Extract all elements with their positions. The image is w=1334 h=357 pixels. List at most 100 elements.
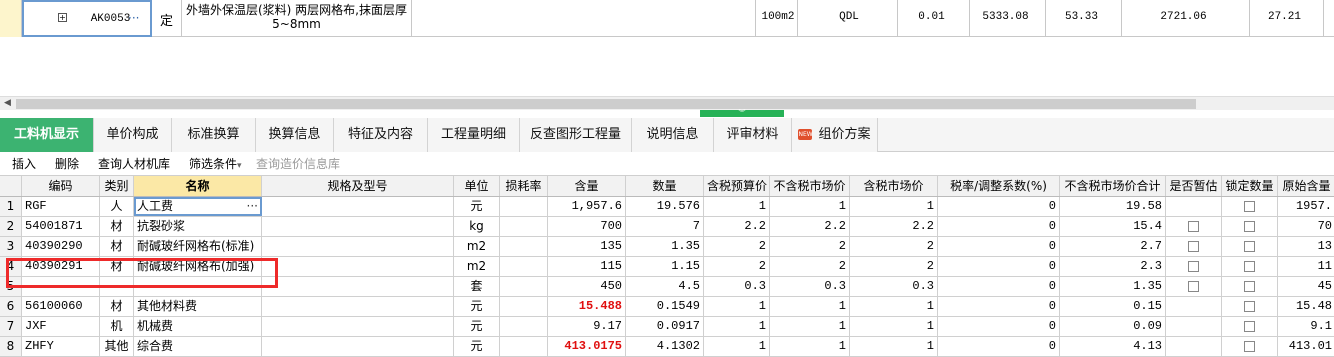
lock-cell[interactable]: [1222, 257, 1278, 276]
expand-icon[interactable]: +: [58, 13, 67, 22]
table-row[interactable]: 6 56100060 材其他材料费 元 15.488 0.1549 1 1 1 0 0.15 15.4…: [0, 297, 1334, 317]
column-header[interactable]: 编码: [22, 176, 100, 196]
checkbox[interactable]: [1244, 221, 1255, 232]
collapse-icon[interactable]: ︾: [700, 110, 784, 117]
tab-material-display[interactable]: 工料机显示: [0, 118, 94, 152]
content-cell[interactable]: 700: [548, 217, 626, 236]
column-header[interactable]: 是否暂估: [1166, 176, 1222, 196]
column-header[interactable]: 含量: [548, 176, 626, 196]
query-price-button[interactable]: 查询造价信息库: [256, 155, 340, 172]
qty-cell[interactable]: 7: [626, 217, 704, 236]
name-cell[interactable]: 人工费 ···: [134, 197, 262, 216]
table-row[interactable]: 4 40390291 材耐碱玻纤网格布(加强) m2 115 1.15 2 2 2 0 2.3 11: [0, 257, 1334, 277]
more-icon[interactable]: ···: [247, 197, 258, 216]
estimate-cell[interactable]: [1166, 257, 1222, 276]
estimate-cell[interactable]: [1166, 217, 1222, 236]
table-row[interactable]: 1 RGF 人人工费 ··· 元 1,957.6 19.576 1 1 1 0 19.58 1957.: [0, 197, 1334, 217]
name-cell[interactable]: 其他材料费: [134, 297, 262, 316]
delete-button[interactable]: 删除: [55, 155, 79, 172]
column-header[interactable]: 税率/调整系数(%): [938, 176, 1060, 196]
column-header[interactable]: 不含税市场价合计: [1060, 176, 1166, 196]
column-header[interactable]: 损耗率: [500, 176, 548, 196]
lock-cell[interactable]: [1222, 337, 1278, 356]
column-header[interactable]: 单位: [454, 176, 500, 196]
checkbox[interactable]: [1244, 301, 1255, 312]
lock-cell[interactable]: [1222, 297, 1278, 316]
tab-conversion-info[interactable]: 换算信息: [256, 118, 334, 152]
content-cell[interactable]: 413.0175: [548, 337, 626, 356]
checkbox[interactable]: [1244, 241, 1255, 252]
tab-description[interactable]: 说明信息: [632, 118, 714, 152]
scroll-left-icon[interactable]: ◀: [4, 98, 11, 108]
content-cell[interactable]: 1,957.6: [548, 197, 626, 216]
name-cell[interactable]: [134, 277, 262, 296]
panel-splitter[interactable]: ︾: [0, 110, 1334, 118]
estimate-cell[interactable]: [1166, 317, 1222, 336]
tab-standard-conversion[interactable]: 标准换算: [172, 118, 256, 152]
tab-reverse-lookup[interactable]: 反查图形工程量: [520, 118, 632, 152]
item-code-cell[interactable]: + AK0053 ···: [22, 0, 152, 37]
checkbox[interactable]: [1188, 221, 1199, 232]
column-header[interactable]: 规格及型号: [262, 176, 454, 196]
column-header[interactable]: 名称: [134, 176, 262, 196]
column-header[interactable]: 数量: [626, 176, 704, 196]
column-header[interactable]: 含税预算价: [704, 176, 770, 196]
lock-cell[interactable]: [1222, 237, 1278, 256]
content-cell[interactable]: 450: [548, 277, 626, 296]
qty-cell[interactable]: 1.35: [626, 237, 704, 256]
qty-cell[interactable]: 4.5: [626, 277, 704, 296]
tab-unit-price[interactable]: 单价构成: [94, 118, 172, 152]
filter-dropdown[interactable]: 筛选条件▾: [189, 155, 242, 172]
checkbox[interactable]: [1244, 341, 1255, 352]
estimate-cell[interactable]: [1166, 277, 1222, 296]
qty-cell[interactable]: 0.0917: [626, 317, 704, 336]
estimate-cell[interactable]: [1166, 297, 1222, 316]
checkbox[interactable]: [1188, 281, 1199, 292]
qty-cell[interactable]: 0.1549: [626, 297, 704, 316]
checkbox[interactable]: [1244, 261, 1255, 272]
scrollbar-thumb[interactable]: [16, 99, 1196, 109]
content-cell[interactable]: 135: [548, 237, 626, 256]
column-header[interactable]: 类别: [100, 176, 134, 196]
lock-cell[interactable]: [1222, 317, 1278, 336]
qty-cell[interactable]: 4.1302: [626, 337, 704, 356]
checkbox[interactable]: [1244, 321, 1255, 332]
name-cell[interactable]: 抗裂砂浆: [134, 217, 262, 236]
checkbox[interactable]: [1188, 241, 1199, 252]
lock-cell[interactable]: [1222, 217, 1278, 236]
query-material-button[interactable]: 查询人材机库: [98, 155, 170, 172]
column-header[interactable]: 不含税市场价: [770, 176, 850, 196]
horizontal-scrollbar[interactable]: ◀: [0, 96, 1334, 110]
table-row[interactable]: 8 ZHFY 其他 综合费 元 413.0175 4.1302 1 1 1 0 4.13 413.01: [0, 337, 1334, 357]
insert-button[interactable]: 插入: [12, 155, 36, 172]
content-cell[interactable]: 115: [548, 257, 626, 276]
table-row[interactable]: 7 JXF 机机械费 元 9.17 0.0917 1 1 1 0 0.09 9.1: [0, 317, 1334, 337]
column-header[interactable]: 含税市场价: [850, 176, 938, 196]
item-name[interactable]: 外墙外保温层(浆料) 两层网格布,抹面层厚5~8mm: [182, 0, 412, 37]
parent-item-row[interactable]: + AK0053 ··· 定 外墙外保温层(浆料) 两层网格布,抹面层厚5~8m…: [0, 0, 1334, 37]
table-row[interactable]: 2 54001871 材抗裂砂浆 kg 700 7 2.2 2.2 2.2 0 15.4 70: [0, 217, 1334, 237]
checkbox[interactable]: [1244, 201, 1255, 212]
more-icon[interactable]: ···: [128, 11, 139, 25]
name-cell[interactable]: 耐碱玻纤网格布(标准): [134, 237, 262, 256]
checkbox[interactable]: [1244, 281, 1255, 292]
lock-cell[interactable]: [1222, 197, 1278, 216]
tab-features[interactable]: 特征及内容: [334, 118, 428, 152]
estimate-cell[interactable]: [1166, 237, 1222, 256]
qty-cell[interactable]: 1.15: [626, 257, 704, 276]
name-cell[interactable]: 机械费: [134, 317, 262, 336]
column-header[interactable]: 原始含量: [1278, 176, 1334, 196]
table-row[interactable]: 5 套 450 4.5 0.3 0.3 0.3 0 1.35 45: [0, 277, 1334, 297]
tab-review-material[interactable]: 评审材料: [714, 118, 792, 152]
content-cell[interactable]: 9.17: [548, 317, 626, 336]
lock-cell[interactable]: [1222, 277, 1278, 296]
column-header[interactable]: [0, 176, 22, 196]
estimate-cell[interactable]: [1166, 197, 1222, 216]
content-cell[interactable]: 15.488: [548, 297, 626, 316]
name-cell[interactable]: 综合费: [134, 337, 262, 356]
name-cell[interactable]: 耐碱玻纤网格布(加强): [134, 257, 262, 276]
tab-quantity-detail[interactable]: 工程量明细: [428, 118, 520, 152]
table-row[interactable]: 3 40390290 材耐碱玻纤网格布(标准) m2 135 1.35 2 2 2 0 2.7 13: [0, 237, 1334, 257]
checkbox[interactable]: [1188, 261, 1199, 272]
estimate-cell[interactable]: [1166, 337, 1222, 356]
